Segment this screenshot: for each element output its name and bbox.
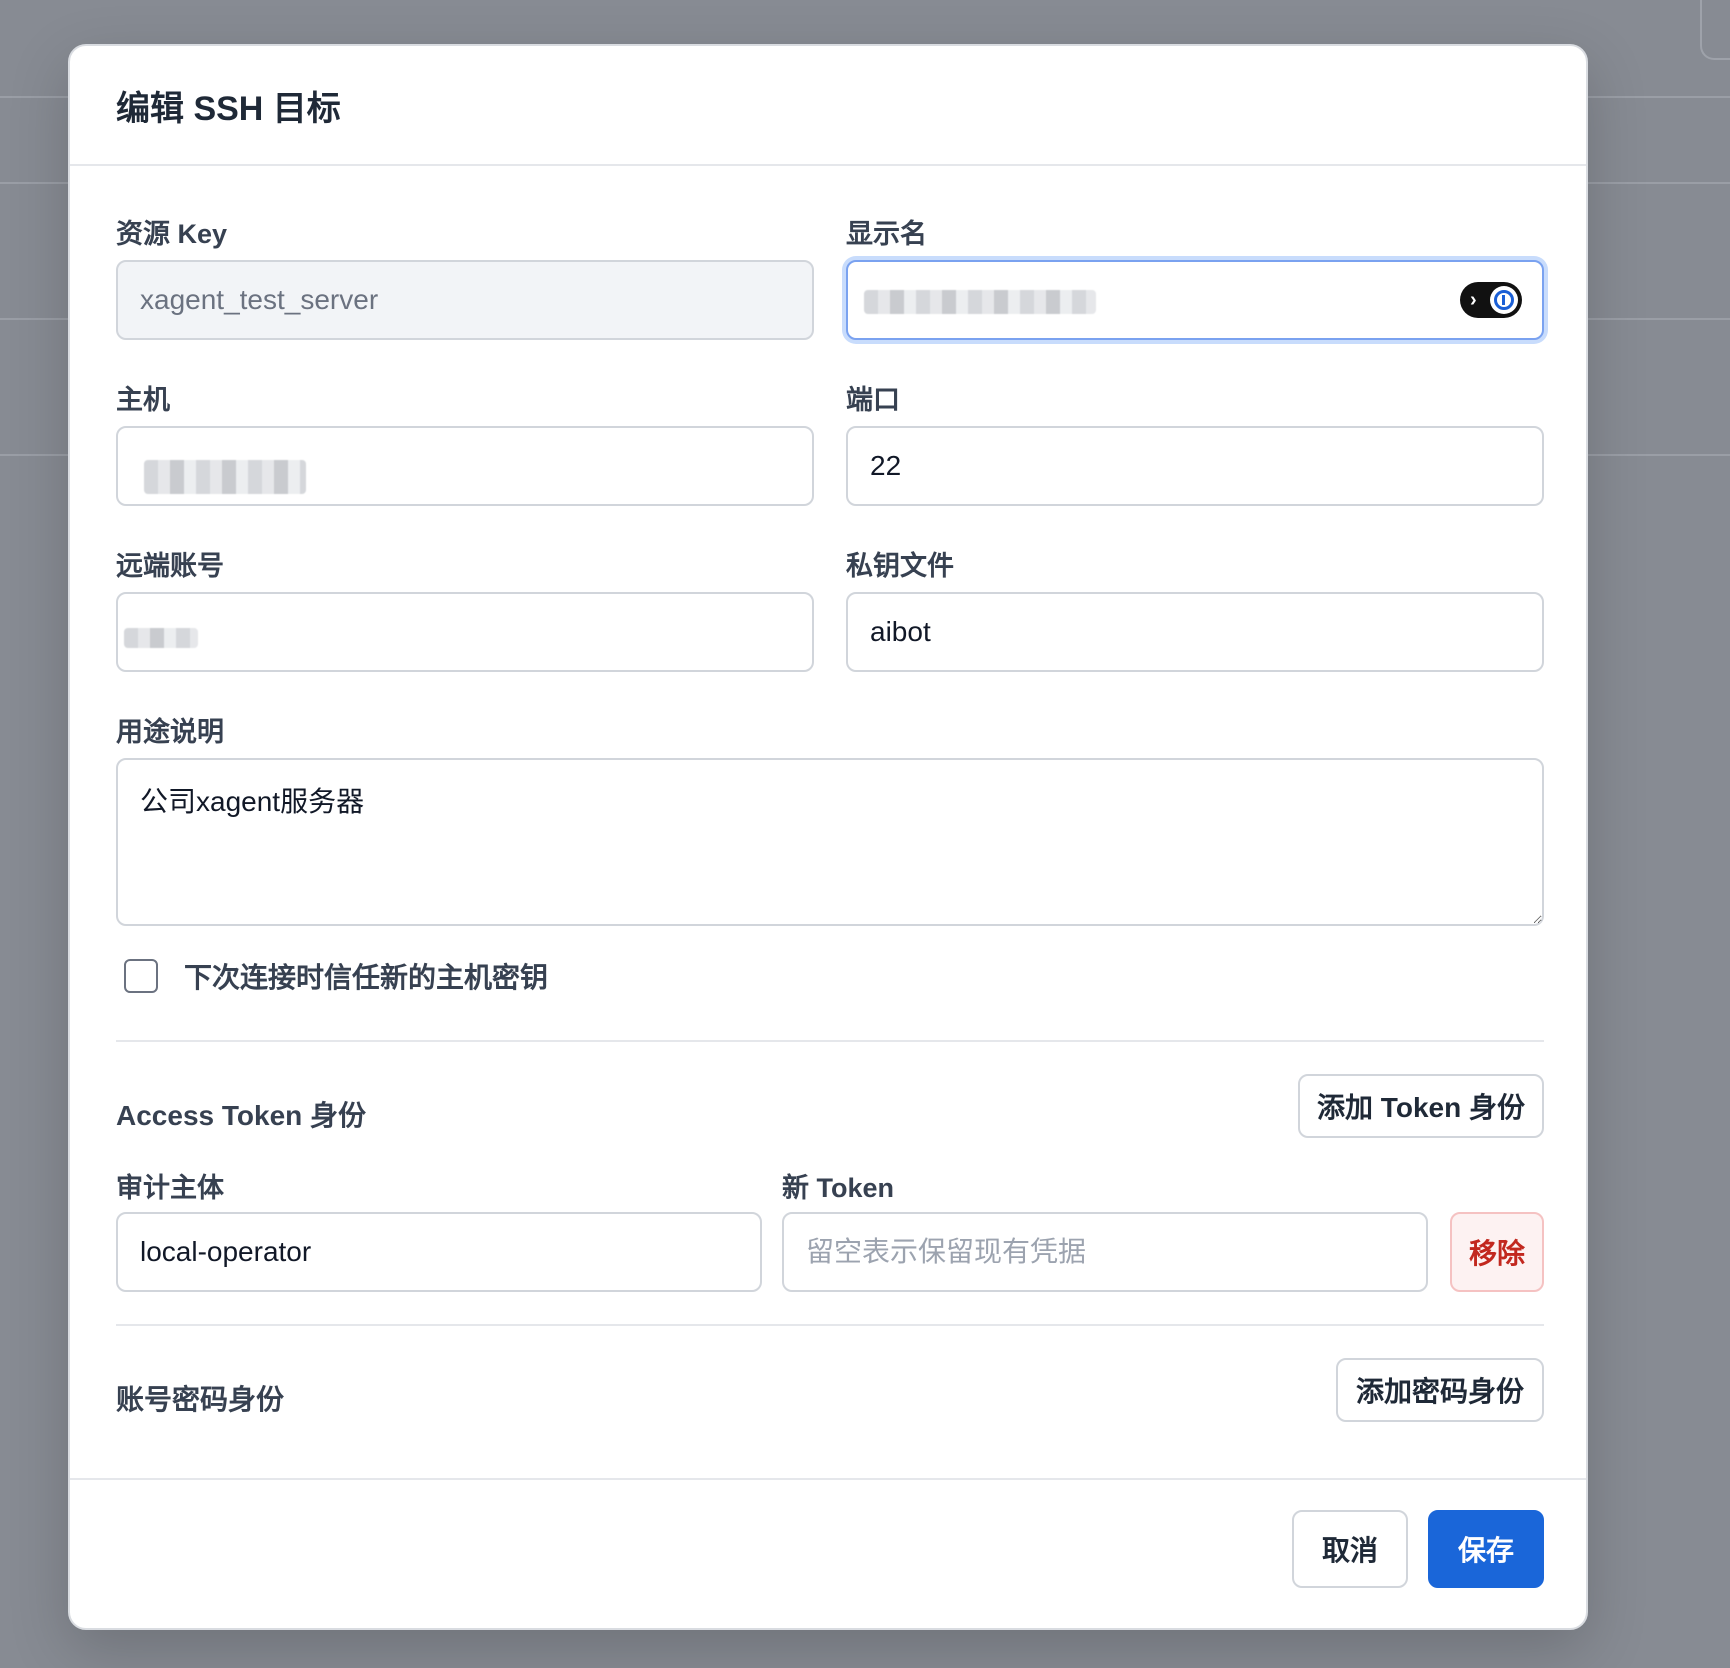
trust-host-key-label: 下次连接时信任新的主机密钥 xyxy=(184,962,549,993)
private-key-file-input[interactable] xyxy=(846,592,1544,672)
trust-host-key-checkbox[interactable] xyxy=(124,959,158,993)
remove-token-button[interactable]: 移除 xyxy=(1450,1212,1544,1292)
port-input[interactable] xyxy=(846,426,1544,506)
resource-key-input[interactable] xyxy=(116,260,814,340)
redacted-value xyxy=(144,460,306,494)
backdrop-card xyxy=(1700,0,1730,60)
dialog-title: 编辑 SSH 目标 xyxy=(116,89,341,128)
password-section-title: 账号密码身份 xyxy=(116,1384,285,1415)
section-divider xyxy=(116,1324,1544,1326)
add-password-identity-button[interactable]: 添加密码身份 xyxy=(1336,1358,1544,1422)
cancel-button[interactable]: 取消 xyxy=(1292,1510,1408,1588)
redacted-value xyxy=(864,290,1096,314)
redacted-value xyxy=(124,628,198,648)
trust-host-key-option[interactable]: 下次连接时信任新的主机密钥 xyxy=(124,956,548,996)
dialog-footer: 取消 保存 xyxy=(70,1478,1586,1628)
audit-subject-label: 审计主体 xyxy=(116,1173,224,1203)
host-label: 主机 xyxy=(116,385,170,415)
description-textarea[interactable]: 公司xagent服务器 xyxy=(116,758,1544,926)
display-name-label: 显示名 xyxy=(846,219,927,249)
new-token-input[interactable] xyxy=(782,1212,1428,1292)
new-token-label: 新 Token xyxy=(782,1173,895,1203)
save-button[interactable]: 保存 xyxy=(1428,1510,1544,1588)
audit-subject-input[interactable] xyxy=(116,1212,762,1292)
resource-key-label: 资源 Key xyxy=(116,219,228,249)
section-divider xyxy=(116,1040,1544,1042)
edit-ssh-target-dialog: 编辑 SSH 目标 资源 Key 显示名 › 主机 端口 远端账号 私钥文件 用… xyxy=(68,44,1588,1630)
access-token-section-title: Access Token 身份 xyxy=(116,1100,367,1131)
remote-account-label: 远端账号 xyxy=(116,551,224,581)
private-key-file-label: 私钥文件 xyxy=(846,551,954,581)
description-label: 用途说明 xyxy=(116,717,224,747)
add-token-identity-button[interactable]: 添加 Token 身份 xyxy=(1298,1074,1544,1138)
port-label: 端口 xyxy=(846,385,900,415)
dialog-body: 资源 Key 显示名 › 主机 端口 远端账号 私钥文件 用途说明 公司xage… xyxy=(70,166,1586,1482)
dialog-header: 编辑 SSH 目标 xyxy=(70,46,1586,166)
password-manager-icon[interactable]: › xyxy=(1460,282,1522,318)
remote-account-input[interactable] xyxy=(116,592,814,672)
